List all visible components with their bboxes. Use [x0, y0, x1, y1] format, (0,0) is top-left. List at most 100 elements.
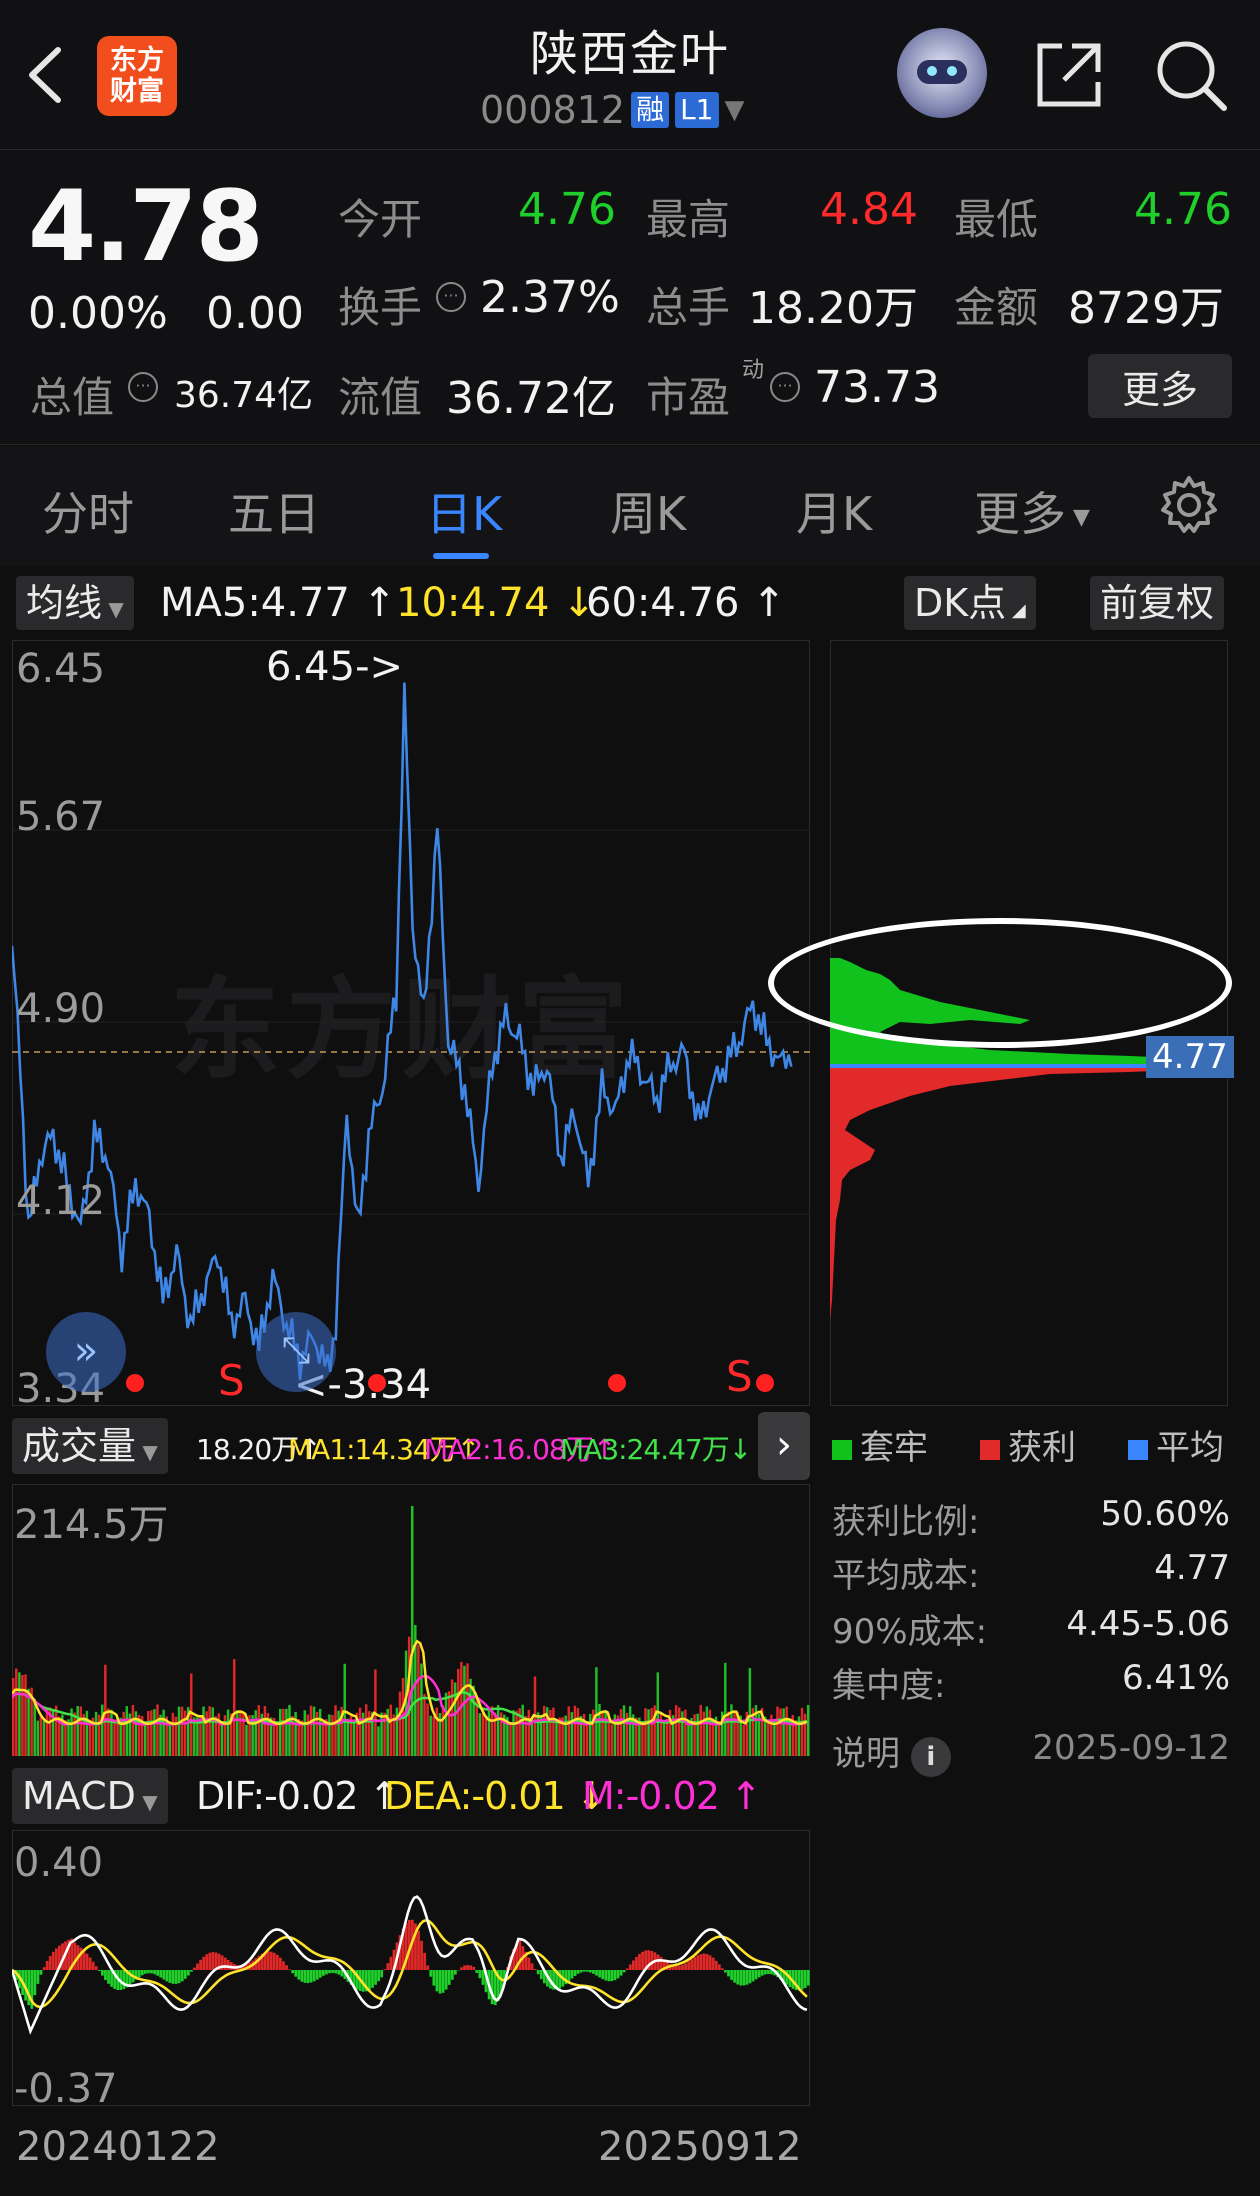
volume-bar [254, 1710, 257, 1756]
info-dots-icon[interactable]: ··· [128, 372, 158, 402]
macd-bar [702, 1953, 706, 1970]
double-chevron-right-icon[interactable]: » [46, 1312, 126, 1392]
macd-bar [619, 1970, 623, 1976]
volume-bar [239, 1710, 242, 1756]
volume-bar [88, 1721, 92, 1756]
volume-bar [64, 1720, 67, 1756]
concentration-value: 6.41% [1121, 1658, 1230, 1698]
volume-bar [622, 1705, 626, 1756]
macd-bar [156, 1970, 160, 1976]
assistant-robot-icon[interactable] [897, 28, 987, 118]
chevron-down-icon: ▼ [724, 95, 745, 125]
volume-bar [153, 1709, 156, 1756]
gear-icon[interactable] [1158, 474, 1220, 536]
macd-bar [180, 1970, 184, 1982]
volume-bar [242, 1712, 245, 1756]
adjust-selector[interactable]: 前复权 [1090, 576, 1225, 630]
macd-bar [147, 1970, 150, 1974]
macd-bar [285, 1965, 288, 1970]
stock-code-row[interactable]: 000812 融 L1 ▼ [480, 88, 745, 132]
search-icon[interactable] [1150, 34, 1232, 116]
macd-bar [724, 1970, 727, 1973]
dk-point-button[interactable]: DK点 ◢ [904, 576, 1036, 630]
turnover-label: 换手 [338, 283, 423, 332]
margin-tag: 融 [631, 92, 670, 128]
macd-bar [272, 1952, 276, 1970]
volume-bar [708, 1709, 712, 1756]
volume-bar [398, 1691, 402, 1756]
volume-bar [21, 1675, 24, 1756]
macd-bar [312, 1970, 316, 1982]
volume-bar [423, 1694, 426, 1756]
volume-bar [352, 1720, 356, 1756]
volume-bar [168, 1723, 171, 1756]
volume-bar [389, 1704, 392, 1756]
tab-daily-k[interactable]: 日K [426, 478, 502, 544]
tab-intraday[interactable]: 分时 [42, 478, 134, 544]
chevron-right-icon[interactable]: › [758, 1412, 810, 1480]
volume-bar [183, 1710, 187, 1756]
volume-bar [312, 1706, 316, 1756]
volume-bar [662, 1720, 666, 1756]
macd-bar [389, 1956, 393, 1970]
share-icon[interactable] [1030, 36, 1108, 114]
tab-five-day[interactable]: 五日 [228, 478, 320, 544]
volume-bar [131, 1705, 135, 1756]
volume-bar [779, 1708, 782, 1756]
last-price: 4.78 [28, 170, 264, 284]
volume-bar [524, 1715, 528, 1756]
explain-label: 说明 [832, 1734, 900, 1774]
macd-bar [159, 1970, 163, 1978]
volume-bar [288, 1704, 291, 1756]
macd-bar [607, 1970, 611, 1982]
explain-link[interactable]: 说明 i [832, 1726, 951, 1777]
signal-dot [126, 1374, 144, 1392]
volume-bar [693, 1714, 696, 1756]
volume-bar [104, 1664, 107, 1756]
avg-cost-label: 平均成本: [832, 1556, 980, 1596]
level-tag: L1 [675, 92, 719, 128]
volume-bar [696, 1713, 699, 1756]
volume-bar [589, 1713, 592, 1756]
kline-chart [12, 682, 810, 1381]
macd-bar [417, 1930, 420, 1970]
macd-bar [444, 1970, 448, 1990]
info-dots-icon[interactable]: ··· [770, 372, 800, 402]
volume-bar [647, 1709, 650, 1756]
macd-bar [325, 1970, 328, 1975]
macd-bar [337, 1970, 341, 1975]
high-value: 4.84 [820, 184, 918, 235]
macd-bar [616, 1970, 620, 1979]
info-dots-icon[interactable]: ··· [436, 282, 466, 312]
tab-monthly-k[interactable]: 月K [796, 478, 872, 544]
macd-y-bottom: -0.37 [14, 2066, 118, 2112]
volume-selector[interactable]: 成交量 ▼ [12, 1418, 168, 1474]
date-end: 20250912 [598, 2124, 802, 2170]
ma-selector[interactable]: 均线 ▼ [16, 576, 134, 630]
macd-bar [678, 1965, 681, 1970]
more-quote-button[interactable]: 更多 [1088, 354, 1232, 418]
volume-bar [245, 1724, 248, 1756]
macd-bar [321, 1970, 325, 1976]
tab-more[interactable]: 更多 ▼ [974, 478, 1090, 544]
macd-bar [266, 1951, 270, 1970]
macd-bar [800, 1970, 804, 1990]
macd-bar [208, 1952, 212, 1970]
macd-bar [635, 1956, 638, 1970]
tab-weekly-k[interactable]: 周K [610, 478, 686, 544]
macd-bar [518, 1940, 522, 1970]
macd-bar [447, 1970, 451, 1985]
macd-bar [186, 1970, 190, 1976]
highlight-ellipse [768, 918, 1232, 1048]
macd-selector[interactable]: MACD ▼ [12, 1768, 168, 1824]
macd-bar [585, 1970, 589, 1972]
macd-bar [595, 1970, 598, 1976]
macd-bar [733, 1970, 737, 1983]
volume-bar [208, 1706, 211, 1756]
caret-down-icon: ▼ [136, 1440, 158, 1464]
volume-bar [309, 1705, 313, 1756]
caret-down-icon: ▼ [1066, 505, 1090, 530]
expand-arrows-icon[interactable]: ⤡ [256, 1312, 336, 1392]
macd-m: M:-0.02 ↑ [582, 1774, 762, 1818]
macd-bar [275, 1954, 279, 1970]
